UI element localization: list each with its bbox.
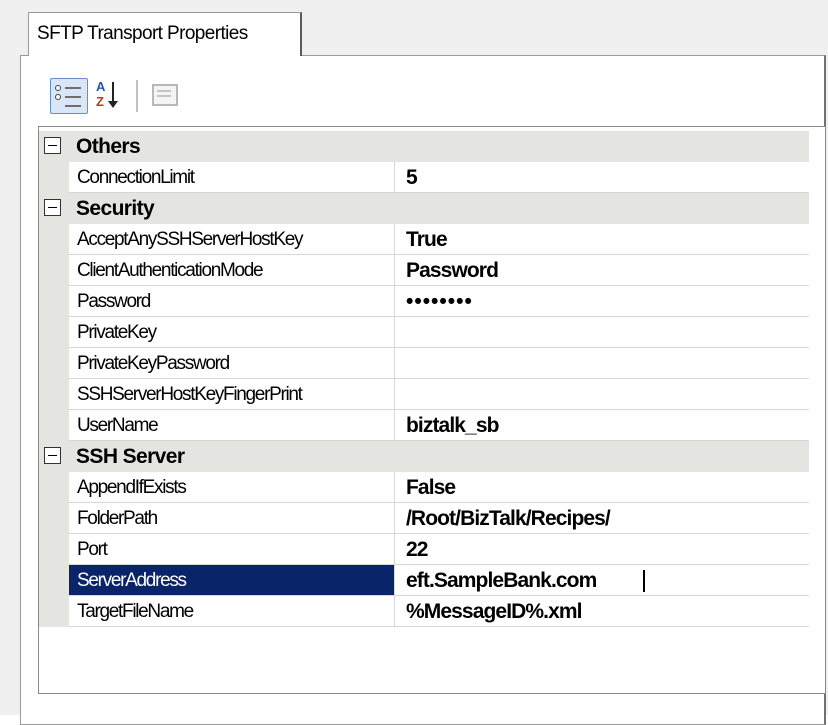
property-name: ClientAuthenticationMode	[77, 260, 264, 281]
property-value-cell[interactable]: ••••••••	[395, 286, 809, 317]
alphabetical-sort-button[interactable]: AZ	[94, 78, 128, 114]
property-name: Port	[77, 539, 108, 560]
property-name: SSHServerHostKeyFingerPrint	[77, 384, 303, 405]
property-value: 22	[406, 538, 428, 561]
property-name: AppendIfExists	[77, 477, 187, 498]
toolbar-separator	[136, 80, 139, 112]
collapse-icon[interactable]	[44, 137, 61, 154]
property-name-cell[interactable]: SSHServerHostKeyFingerPrint	[69, 379, 395, 410]
property-row-username[interactable]: UserName biztalk_sb	[39, 410, 809, 441]
password-mask: ••••••••	[406, 290, 473, 313]
collapse-icon[interactable]	[44, 199, 61, 216]
property-value: biztalk_sb	[406, 414, 499, 437]
property-name-cell[interactable]: Password	[69, 286, 395, 317]
property-name-cell[interactable]: UserName	[69, 410, 395, 441]
categorized-view-button[interactable]	[50, 78, 88, 114]
property-row-acceptanysshserverhostkey[interactable]: AcceptAnySSHServerHostKey True	[39, 224, 809, 255]
property-row-port[interactable]: Port 22	[39, 534, 809, 565]
property-name-cell[interactable]: AppendIfExists	[69, 472, 395, 503]
property-name: TargetFileName	[77, 601, 194, 622]
property-name: FolderPath	[77, 508, 158, 529]
property-value-cell[interactable]: 22	[395, 534, 809, 565]
property-row-privatekeypassword[interactable]: PrivateKeyPassword	[39, 348, 809, 379]
property-name-cell[interactable]: FolderPath	[69, 503, 395, 534]
category-label: Others	[76, 135, 141, 158]
property-value-editor[interactable]: eft.SampleBank.com	[395, 565, 809, 596]
property-value-cell[interactable]	[395, 317, 809, 348]
property-row-targetfilename[interactable]: TargetFileName %MessageID%.xml	[39, 596, 809, 627]
property-value-cell[interactable]: True	[395, 224, 809, 255]
tab-label: SFTP Transport Properties	[37, 23, 248, 44]
property-row-password[interactable]: Password ••••••••	[39, 286, 809, 317]
property-name-cell[interactable]: ServerAddress	[69, 565, 395, 596]
property-value-cell[interactable]: 5	[395, 162, 809, 193]
collapse-icon[interactable]	[44, 447, 61, 464]
property-value-cell[interactable]: biztalk_sb	[395, 410, 809, 441]
property-row-serveraddress[interactable]: ServerAddress eft.SampleBank.com	[39, 565, 809, 596]
property-value: Password	[406, 259, 499, 282]
property-grid: Others ConnectionLimit 5 Security Accept…	[38, 126, 826, 694]
categorized-view-icon	[55, 85, 83, 91]
property-name-cell[interactable]: TargetFileName	[69, 596, 395, 627]
property-value: /Root/BizTalk/Recipes/	[406, 507, 611, 530]
property-value-cell[interactable]: %MessageID%.xml	[395, 596, 809, 627]
property-value-cell[interactable]	[395, 348, 809, 379]
property-value: False	[406, 476, 456, 499]
tab-sftp-transport-properties[interactable]: SFTP Transport Properties	[28, 12, 302, 56]
property-name: AcceptAnySSHServerHostKey	[77, 229, 303, 250]
category-label: Security	[76, 197, 155, 220]
property-value-input[interactable]: eft.SampleBank.com	[406, 569, 597, 593]
property-name: ConnectionLimit	[77, 167, 195, 188]
property-row-connectionlimit[interactable]: ConnectionLimit 5	[39, 162, 809, 193]
property-value-cell[interactable]: False	[395, 472, 809, 503]
property-value: 5	[406, 166, 418, 189]
category-label: SSH Server	[76, 445, 185, 468]
category-others: Others	[39, 131, 809, 162]
property-pages-button[interactable]	[148, 78, 184, 114]
property-row-privatekey[interactable]: PrivateKey	[39, 317, 809, 348]
property-value-cell[interactable]: Password	[395, 255, 809, 286]
property-name-cell[interactable]: AcceptAnySSHServerHostKey	[69, 224, 395, 255]
property-grid-toolbar: AZ	[38, 72, 828, 122]
property-row-folderpath[interactable]: FolderPath /Root/BizTalk/Recipes/	[39, 503, 809, 534]
property-name-cell[interactable]: ClientAuthenticationMode	[69, 255, 395, 286]
property-name: PrivateKey	[77, 322, 157, 343]
property-name: UserName	[77, 415, 159, 436]
property-value-cell[interactable]	[395, 379, 809, 410]
category-ssh-server: SSH Server	[39, 441, 809, 472]
property-name-cell[interactable]: PrivateKey	[69, 317, 395, 348]
property-row-appendifexists[interactable]: AppendIfExists False	[39, 472, 809, 503]
property-name-cell[interactable]: Port	[69, 534, 395, 565]
property-pages-icon	[152, 84, 178, 106]
property-name-cell[interactable]: ConnectionLimit	[69, 162, 395, 193]
property-name-cell[interactable]: PrivateKeyPassword	[69, 348, 395, 379]
property-row-sshserverhostkeyfingerprint[interactable]: SSHServerHostKeyFingerPrint	[39, 379, 809, 410]
property-value: %MessageID%.xml	[406, 600, 582, 623]
property-row-clientauthenticationmode[interactable]: ClientAuthenticationMode Password	[39, 255, 809, 286]
property-value: True	[406, 228, 448, 251]
property-value-cell[interactable]: /Root/BizTalk/Recipes/	[395, 503, 809, 534]
property-name: Password	[77, 291, 151, 312]
category-security: Security	[39, 193, 809, 224]
property-name: PrivateKeyPassword	[77, 353, 230, 374]
property-name: ServerAddress	[77, 570, 187, 591]
text-caret	[643, 570, 645, 592]
